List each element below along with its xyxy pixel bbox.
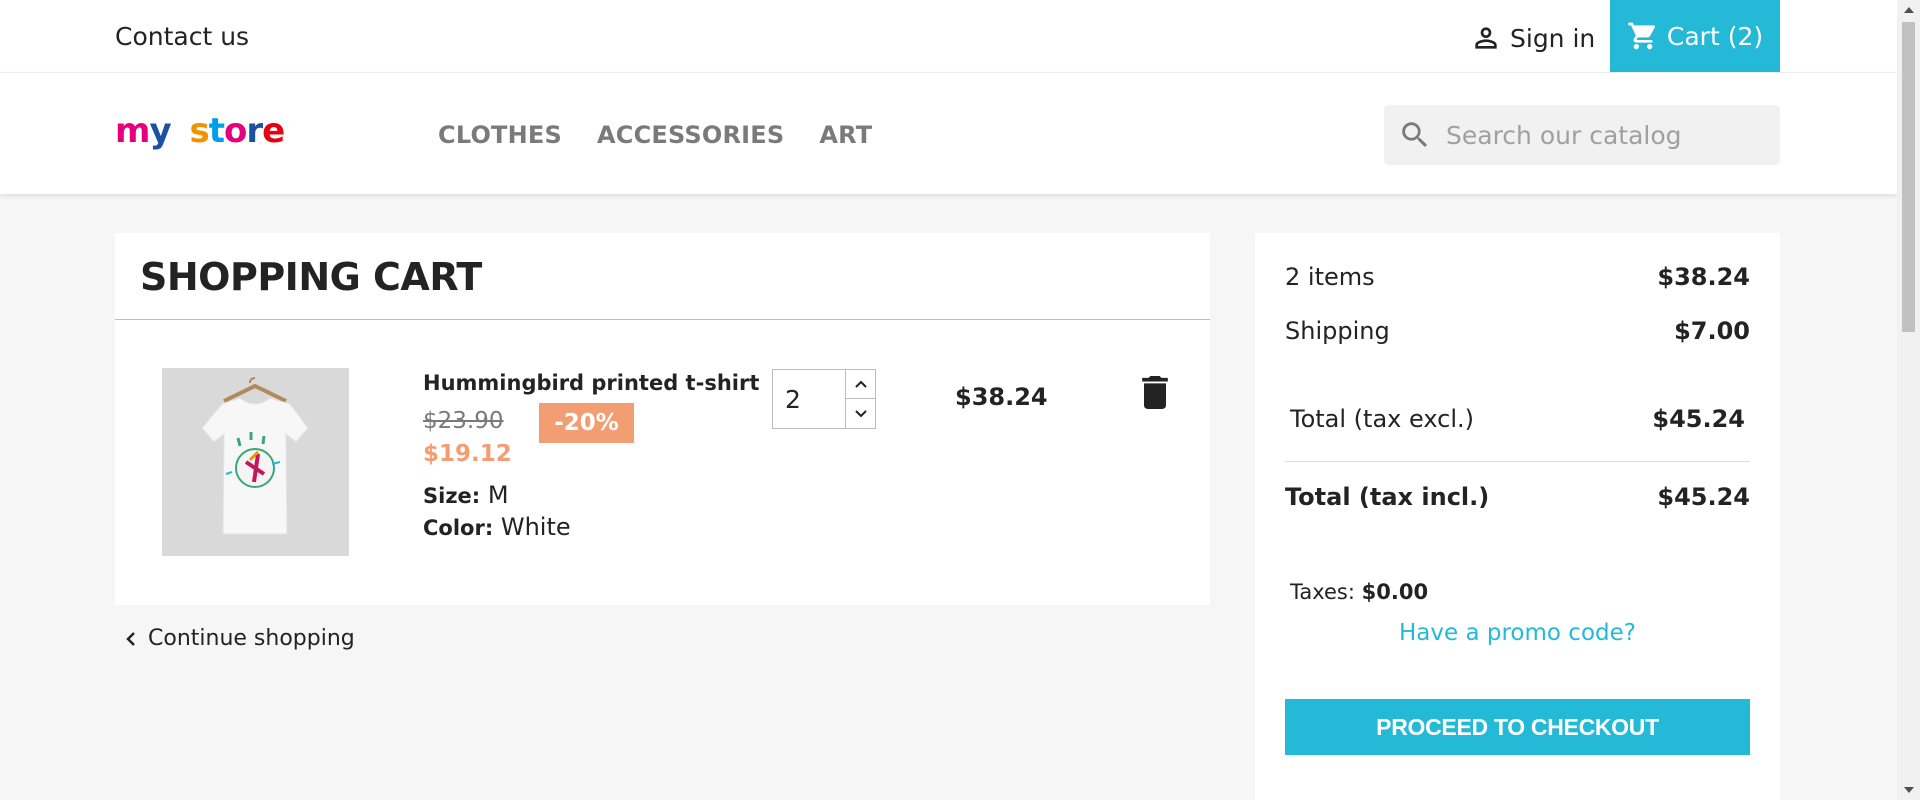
proceed-to-checkout-button[interactable]: PROCEED TO CHECKOUT: [1285, 699, 1750, 755]
cart-label: Cart (2): [1666, 21, 1764, 51]
scroll-down-arrow-icon: [1903, 787, 1914, 793]
scroll-down-button[interactable]: [1897, 780, 1920, 800]
remove-item-button[interactable]: [1141, 376, 1169, 409]
scrollbar[interactable]: [1897, 0, 1920, 800]
summary-items-row: 2 items $38.24: [1285, 263, 1750, 291]
cart-button[interactable]: Cart (2): [1610, 0, 1780, 72]
quantity-increase-button[interactable]: [845, 370, 876, 399]
search-input[interactable]: [1446, 120, 1766, 150]
store-logo[interactable]: my store: [115, 111, 285, 155]
user-icon: [1475, 27, 1497, 49]
total-incl-value: $45.24: [1657, 483, 1750, 511]
color-value: White: [500, 513, 571, 541]
taxes-row: Taxes: $0.00: [1290, 580, 1428, 604]
items-subtotal: $38.24: [1657, 263, 1750, 291]
continue-shopping-label: Continue shopping: [148, 626, 355, 651]
shopping-cart-icon: [1628, 22, 1655, 50]
quantity-stepper: [772, 369, 876, 429]
cart-summary: 2 items $38.24 Shipping $7.00 Total (tax…: [1255, 233, 1780, 800]
total-excl-value: $45.24: [1652, 405, 1745, 433]
cart-panel: SHOPPING CART Hummingbird printed t-shir…: [115, 233, 1210, 605]
header: my store CLOTHES ACCESSORIES ART: [0, 73, 1897, 194]
chevron-up-icon: [855, 380, 867, 388]
scrollbar-thumb[interactable]: [1902, 22, 1915, 332]
scroll-up-arrow-icon: [1903, 7, 1914, 13]
size-value: M: [487, 481, 509, 509]
product-name-link[interactable]: Hummingbird printed t-shirt: [423, 371, 759, 395]
shipping-value: $7.00: [1674, 317, 1750, 345]
product-size: Size: M: [423, 481, 509, 509]
chevron-left-icon: [126, 631, 135, 646]
search-box: [1384, 105, 1780, 165]
summary-total-excl-row: Total (tax excl.) $45.24: [1290, 405, 1745, 433]
items-count: 2 items: [1285, 263, 1375, 291]
top-nav: Contact us Sign in Cart (2): [0, 0, 1897, 73]
main-menu: CLOTHES ACCESSORIES ART: [438, 121, 872, 149]
product-color: Color: White: [423, 513, 571, 541]
summary-total-incl-row: Total (tax incl.) $45.24: [1285, 483, 1750, 511]
sign-in-label: Sign in: [1510, 23, 1596, 53]
page-title: SHOPPING CART: [140, 255, 482, 299]
logo-word-store: store: [189, 111, 285, 151]
menu-item-accessories[interactable]: ACCESSORIES: [597, 121, 784, 149]
quantity-input[interactable]: [773, 370, 845, 428]
taxes-value: $0.00: [1361, 580, 1429, 604]
discount-badge: -20%: [539, 403, 634, 443]
menu-item-clothes[interactable]: CLOTHES: [438, 121, 562, 149]
quantity-decrease-button[interactable]: [845, 399, 876, 428]
shipping-label: Shipping: [1285, 317, 1390, 345]
divider: [115, 319, 1210, 320]
size-label: Size:: [423, 484, 481, 508]
logo-word-my: my: [115, 111, 172, 151]
sign-in-link[interactable]: Sign in: [1470, 22, 1595, 54]
tshirt-illustration: [162, 368, 349, 556]
continue-shopping-link[interactable]: Continue shopping: [124, 626, 355, 651]
search-icon[interactable]: [1398, 118, 1432, 152]
regular-price: $23.90: [423, 408, 504, 434]
divider: [1285, 461, 1750, 462]
total-excl-label: Total (tax excl.): [1290, 405, 1474, 433]
product-image[interactable]: [162, 368, 349, 556]
scroll-up-button[interactable]: [1897, 0, 1920, 20]
contact-us-link[interactable]: Contact us: [115, 22, 249, 51]
line-total: $38.24: [955, 383, 1048, 411]
chevron-down-icon: [855, 409, 867, 417]
trash-icon: [1142, 376, 1168, 409]
sale-price: $19.12: [423, 441, 512, 467]
color-label: Color:: [423, 516, 494, 540]
menu-item-art[interactable]: ART: [819, 121, 872, 149]
total-incl-label: Total (tax incl.): [1285, 483, 1490, 511]
summary-shipping-row: Shipping $7.00: [1285, 317, 1750, 345]
promo-code-link[interactable]: Have a promo code?: [1255, 620, 1780, 646]
taxes-label: Taxes:: [1290, 580, 1355, 604]
